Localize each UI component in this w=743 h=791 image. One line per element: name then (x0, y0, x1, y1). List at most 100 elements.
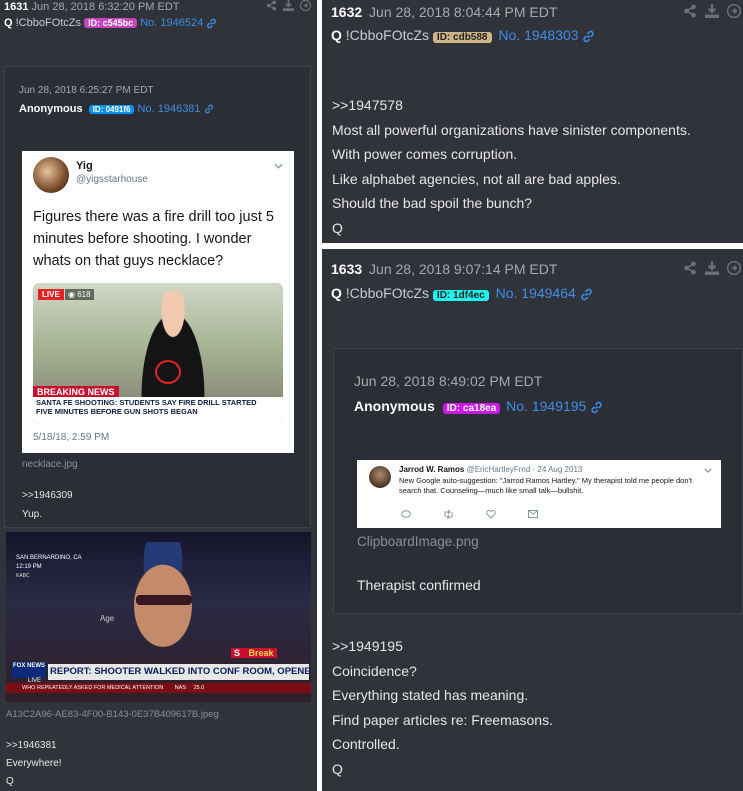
post-header: 1631 Jun 28, 2018 6:32:20 PM EDT (4, 1, 180, 13)
avatar (369, 466, 391, 488)
share-icon[interactable] (683, 4, 697, 18)
tv-time: 12:19 PM (16, 564, 42, 570)
body-line: Like alphabet agencies, not all are bad … (332, 170, 621, 187)
tweet-image[interactable]: Jarrod W. Ramos @EricHartleyFrnd · 24 Au… (357, 460, 721, 528)
share-icon[interactable] (266, 0, 277, 11)
tv-station: KABC (16, 573, 30, 579)
post-1632: 1632 Jun 28, 2018 8:04:44 PM EDT Q !Cbbo… (322, 0, 743, 243)
tweet-timestamp: 5/18/18, 2:59 PM (33, 432, 110, 443)
viewers-count-value: 618 (77, 290, 91, 299)
reply-ref[interactable]: >>1947578 (332, 93, 691, 118)
ticker-right: NAS (174, 685, 187, 691)
body-line: Everything stated has meaning. (332, 687, 529, 703)
link-icon[interactable] (582, 30, 595, 43)
tweet-text: Figures there was a fire drill too just … (33, 209, 274, 269)
quoted-meta: Anonymous ID: ca18ea No. 1949195 (354, 398, 603, 414)
link-icon[interactable] (204, 104, 214, 114)
download-icon[interactable] (705, 4, 719, 18)
post-date: Jun 28, 2018 8:04:44 PM EDT (369, 4, 558, 20)
body-line: Find paper articles re: Freemasons. (332, 711, 553, 728)
post-1633: 1633 Jun 28, 2018 9:07:14 PM EDT Q !Cbbo… (322, 249, 743, 791)
mail-icon[interactable] (528, 510, 538, 518)
post-number: 1631 (4, 1, 29, 13)
id-badge[interactable]: ID: ca18ea (442, 403, 501, 414)
quoted-post: Jun 28, 2018 8:49:02 PM EDT Anonymous ID… (333, 348, 743, 614)
q-label: Q (331, 27, 342, 43)
post-meta: Q !CbboFOtcZs ID: 1df4ec No. 1949464 (331, 285, 593, 301)
post-date: Jun 28, 2018 6:32:20 PM EDT (31, 1, 180, 13)
post-number-link[interactable]: No. 1948303 (498, 27, 578, 43)
tweet-image[interactable]: Yig @yigsstarhouse Figures there was a f… (22, 151, 294, 453)
tv-location: SAN BERNARDINO, CA (16, 555, 82, 561)
download-icon[interactable] (283, 0, 294, 11)
breaking-tag: S Break (231, 648, 277, 658)
alert-letter: S (234, 648, 241, 658)
heart-icon[interactable] (486, 510, 496, 519)
post-number-link[interactable]: No. 1949464 (496, 285, 576, 301)
post-number-link[interactable]: No. 1946381 (138, 103, 201, 115)
body-line-everywhere: Everywhere! (6, 758, 62, 769)
reply-ref[interactable]: >>1946309 (22, 490, 73, 501)
tv-ticker: WHO REPEATEDLY ASKED FOR MEDICAL ATTENTI… (6, 683, 311, 693)
post-number: 1633 (331, 261, 363, 277)
id-badge[interactable]: ID: 1df4ec (432, 290, 489, 301)
file-name-2[interactable]: A13C2A96-AE83-4F00-B143-0E37B409617B.jpe… (6, 709, 219, 720)
share-icon[interactable] (683, 261, 697, 275)
body-line: Should the bad spoil the bunch? (332, 195, 533, 212)
body-line: Most all powerful organizations have sin… (332, 121, 691, 138)
reply-icon[interactable] (401, 510, 411, 519)
tripcode: !CbboFOtcZs (345, 27, 430, 43)
avatar (33, 157, 69, 193)
viewers-count: ◉ 618 (65, 289, 94, 300)
tv-screenshot[interactable]: SAN BERNARDINO, CA 12:19 PM KABC Age S B… (6, 532, 311, 702)
id-badge[interactable]: ID: c545bc (84, 18, 138, 28)
retweet-icon[interactable] (443, 510, 454, 519)
quoted-post: Jun 28, 2018 6:25:27 PM EDT Anonymous ID… (4, 66, 311, 528)
post-body: >>1949195 Coincidence? Everything stated… (332, 634, 553, 781)
post-1631: 1631 Jun 28, 2018 6:32:20 PM EDT Q !Cbbo… (0, 0, 317, 791)
post-date: Jun 28, 2018 9:07:14 PM EDT (369, 261, 558, 277)
red-circle-icon (155, 360, 181, 384)
tripcode: !CbboFOtcZs (15, 17, 82, 29)
post-header: 1633 Jun 28, 2018 9:07:14 PM EDT (331, 261, 557, 277)
signature: Q (332, 760, 343, 777)
post-number-link[interactable]: No. 1949195 (506, 398, 586, 414)
tweet-handle: @yigsstarhouse (76, 174, 148, 185)
id-badge[interactable]: ID: cdb588 (432, 32, 492, 43)
link-icon[interactable] (580, 288, 593, 301)
post-body: >>1947578 Most all powerful organization… (332, 93, 691, 241)
headline-line-1: SANTA FE SHOOTING: STUDENTS SAY FIRE DRI… (36, 398, 257, 407)
tweet-date: · 24 Aug 2013 (532, 465, 583, 474)
tweet-actions (401, 510, 538, 519)
download-icon[interactable] (705, 261, 719, 275)
id-badge[interactable]: ID: 0491f6 (88, 105, 135, 114)
file-name[interactable]: necklace.jpg (22, 459, 78, 470)
arrow-right-icon[interactable] (300, 0, 311, 11)
chevron-down-icon[interactable] (274, 163, 283, 169)
signature: Q (6, 776, 14, 787)
tweet-name: Yig (76, 160, 93, 172)
body-line: Controlled. (332, 736, 400, 752)
post-actions (266, 0, 311, 11)
link-icon[interactable] (206, 18, 217, 29)
post-number: 1632 (331, 4, 363, 20)
post-meta: Q !CbboFOtcZs ID: cdb588 No. 1948303 (331, 27, 595, 43)
tweet-name: Jarrod W. Ramos (399, 465, 465, 474)
link-icon[interactable] (590, 401, 603, 414)
quoted-text: Therapist confirmed (357, 577, 481, 593)
quoted-meta: Anonymous ID: 0491f6 No. 1946381 (19, 103, 214, 115)
ticker-value: 25.0 (193, 685, 205, 691)
tv-headline: REPORT: SHOOTER WALKED INTO CONF ROOM, O… (48, 664, 309, 680)
chevron-down-icon[interactable] (704, 468, 712, 473)
breaking-text: Break (248, 648, 274, 658)
headline-line-2: FIVE MINUTES BEFORE GUN SHOTS BEGAN (36, 407, 198, 416)
reply-ref[interactable]: >>1949195 (332, 634, 553, 659)
file-name[interactable]: ClipboardImage.png (357, 534, 479, 549)
arrow-right-icon[interactable] (727, 4, 741, 18)
reply-ref-2[interactable]: >>1946381 (6, 740, 57, 751)
arrow-right-icon[interactable] (727, 261, 741, 275)
post-header: 1632 Jun 28, 2018 8:04:44 PM EDT (331, 4, 557, 20)
post-number-link[interactable]: No. 1946524 (140, 17, 203, 29)
tripcode: !CbboFOtcZs (345, 285, 430, 301)
quoted-date: Jun 28, 2018 6:25:27 PM EDT (19, 85, 154, 96)
